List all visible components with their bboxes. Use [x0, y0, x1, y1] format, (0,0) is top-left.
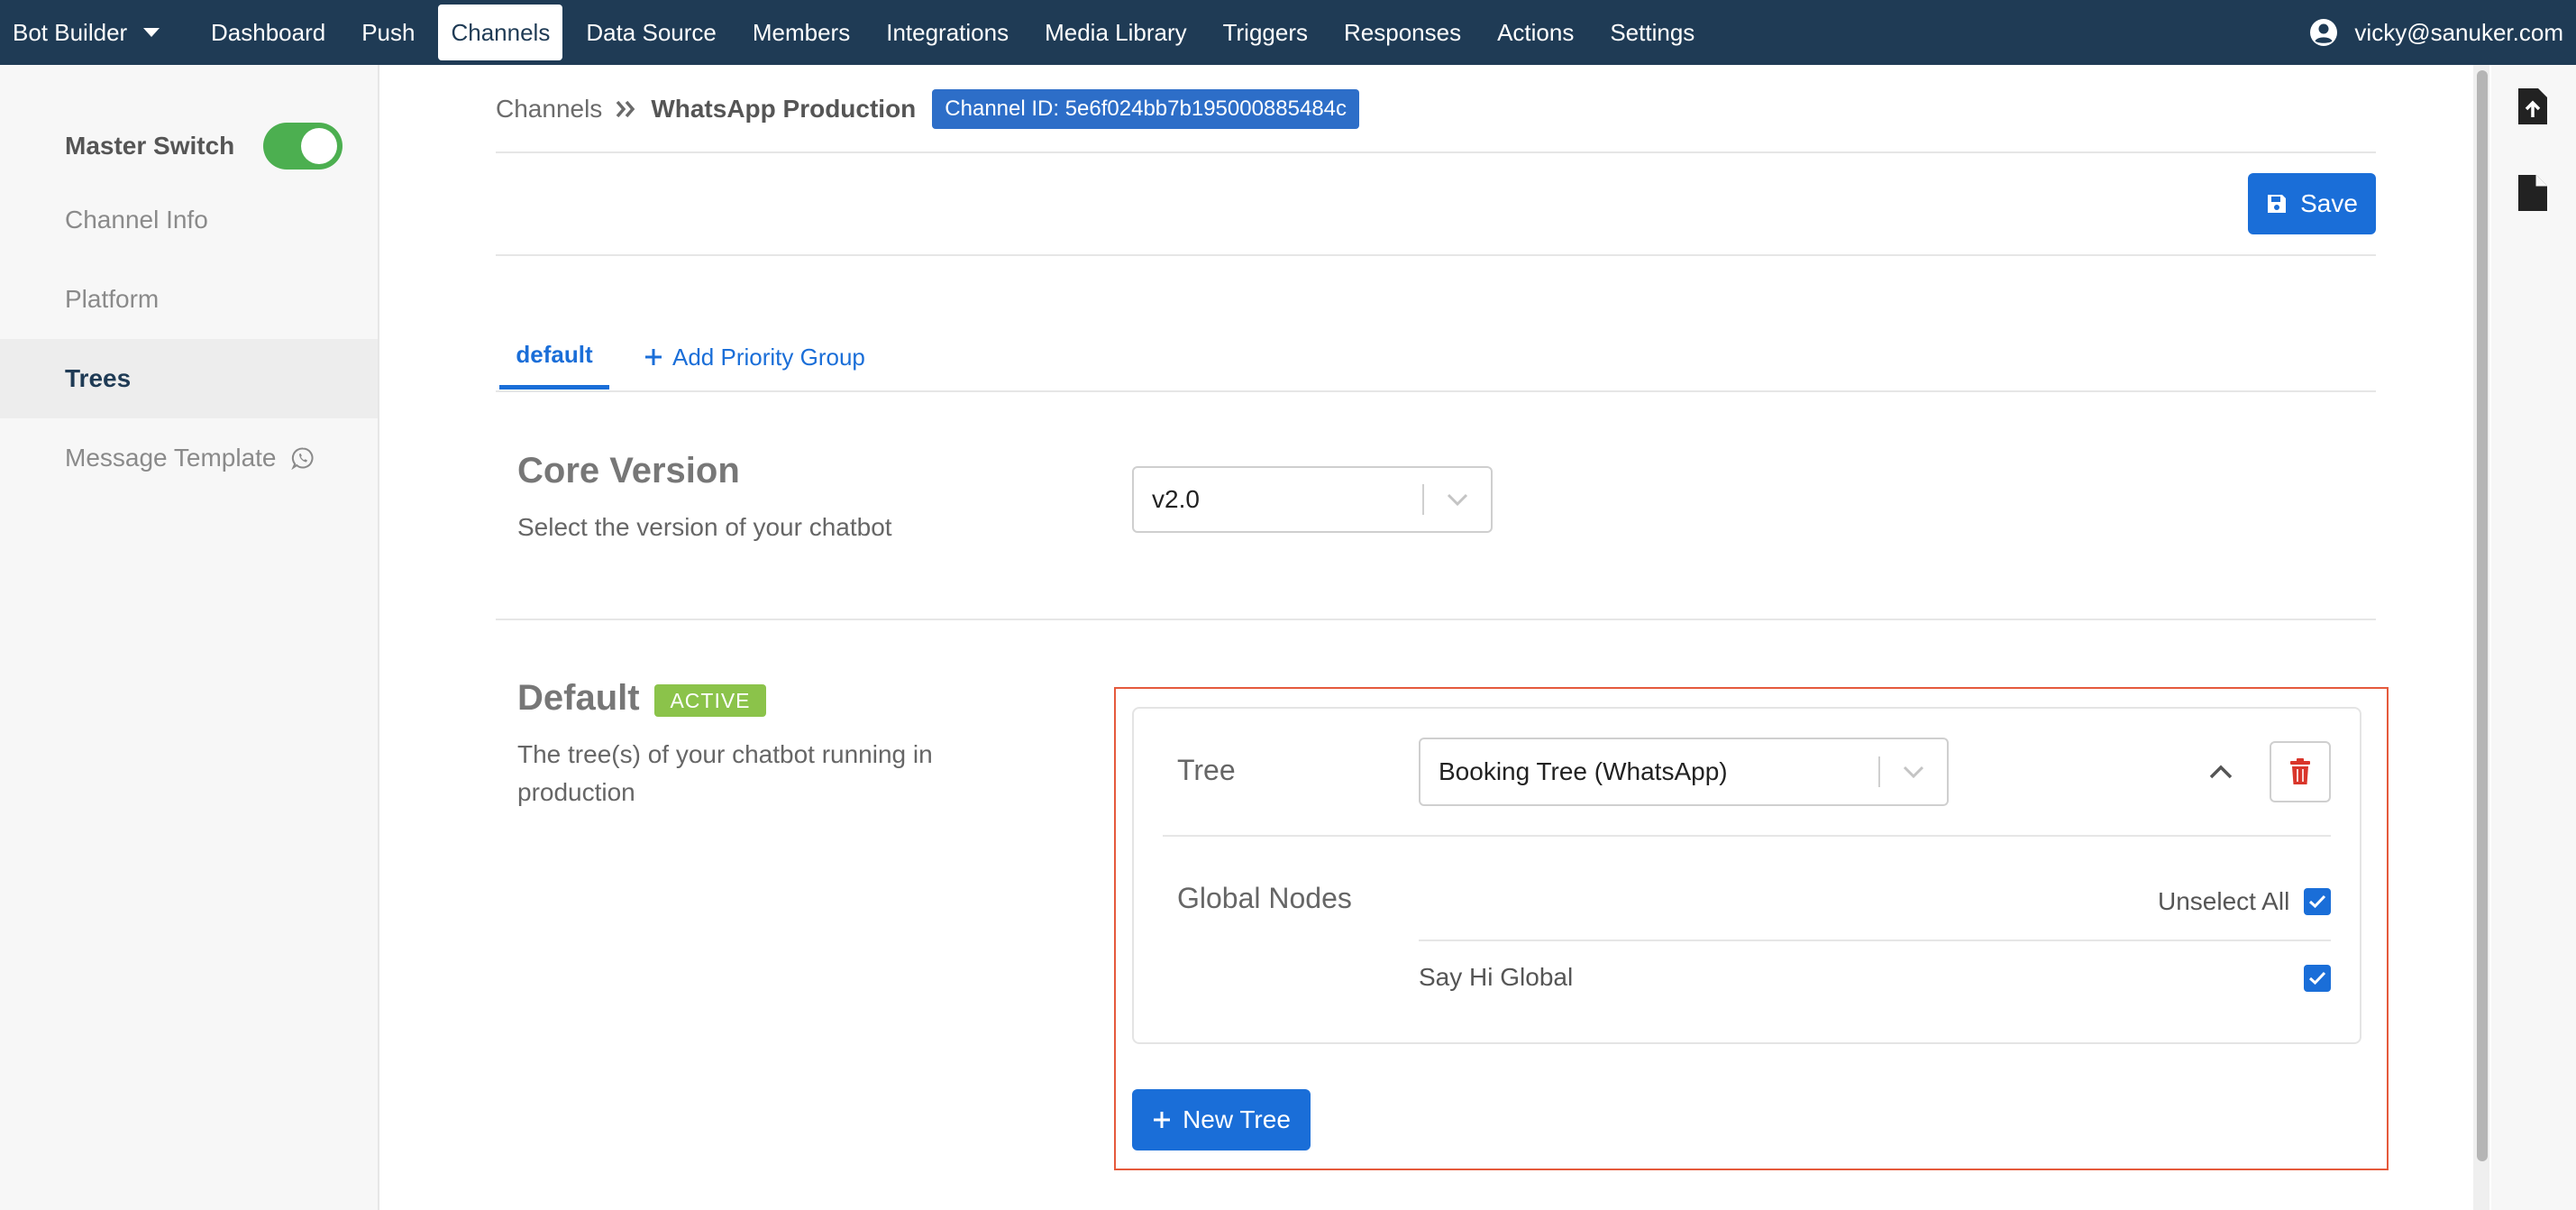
core-version-value: v2.0 [1152, 485, 1200, 513]
core-version-title: Core Version [517, 451, 740, 490]
file-upload-icon[interactable] [2517, 87, 2549, 126]
default-section-description-line1: The tree(s) of your chatbot running in [517, 740, 933, 768]
sidebar-item-channel-info[interactable]: Channel Info [0, 180, 378, 260]
master-switch-toggle[interactable] [263, 123, 343, 170]
caret-down-icon [143, 28, 160, 37]
global-nodes-label: Global Nodes [1177, 882, 1352, 914]
global-node-label: Say Hi Global [1419, 963, 1574, 991]
sidebar-item-label: Message Template [65, 444, 277, 472]
save-button[interactable]: Save [2248, 173, 2376, 234]
checkmark-icon [2308, 971, 2326, 985]
checkmark-icon [2308, 894, 2326, 909]
plus-icon [1154, 1112, 1171, 1128]
tree-label: Tree [1177, 754, 1236, 786]
master-switch-row: Master Switch [65, 123, 343, 170]
nav-item-channels[interactable]: Channels [438, 5, 563, 60]
delete-tree-button[interactable] [2270, 741, 2331, 802]
toggle-knob [301, 128, 338, 164]
scrollbar[interactable] [2473, 65, 2489, 1210]
nav-item-actions[interactable]: Actions [1484, 5, 1586, 60]
unselect-all-label: Unselect All [2158, 887, 2290, 915]
sidebar-item-message-template[interactable]: Message Template [0, 418, 378, 498]
sidebar-item-label: Channel Info [65, 206, 208, 234]
nav-item-triggers[interactable]: Triggers [1210, 5, 1320, 60]
sidebar-item-platform[interactable]: Platform [0, 260, 378, 339]
user-avatar-icon [2310, 19, 2338, 46]
chevron-down-icon [1880, 765, 1947, 778]
double-chevron-right-icon [616, 100, 635, 118]
unselect-all-checkbox[interactable] [2304, 888, 2331, 915]
user-menu[interactable]: vicky@sanuker.com [2309, 0, 2563, 65]
card-divider [1163, 835, 2331, 837]
right-rail [2491, 65, 2576, 1210]
master-switch-label: Master Switch [65, 132, 235, 160]
scrollbar-thumb[interactable] [2477, 70, 2488, 1161]
brand-label: Bot Builder [13, 18, 128, 46]
breadcrumb-channels-link[interactable]: Channels [496, 95, 602, 124]
trash-icon [2290, 758, 2310, 784]
sidebar-item-label: Trees [65, 364, 132, 392]
core-version-description: Select the version of your chatbot [517, 513, 892, 541]
new-tree-button[interactable]: New Tree [1132, 1089, 1311, 1150]
nav-item-dashboard[interactable]: Dashboard [198, 5, 338, 60]
tree-select-value: Booking Tree (WhatsApp) [1439, 757, 1728, 785]
plus-icon [645, 349, 662, 365]
divider [496, 619, 2376, 620]
brand-dropdown[interactable]: Bot Builder [13, 0, 160, 65]
sidebar-item-label: Platform [65, 285, 160, 313]
add-priority-group-button[interactable]: Add Priority Group [644, 325, 865, 390]
sidebar: Master Switch Channel Info Platform Tree… [0, 65, 379, 1210]
nav-item-responses[interactable]: Responses [1331, 5, 1474, 60]
divider [496, 151, 2376, 153]
channel-id-badge: Channel ID: 5e6f024bb7b195000885484c [932, 89, 1360, 129]
active-status-badge: ACTIVE [654, 684, 766, 717]
breadcrumb: Channels WhatsApp Production Channel ID:… [496, 89, 1360, 129]
divider [496, 254, 2376, 256]
new-tree-label: New Tree [1183, 1105, 1291, 1133]
core-version-select[interactable]: v2.0 [1132, 466, 1493, 533]
chevron-up-icon [2209, 765, 2233, 779]
sidebar-item-trees[interactable]: Trees [0, 339, 378, 418]
user-email: vicky@sanuker.com [2354, 18, 2563, 46]
default-section-description-line2: production [517, 778, 635, 806]
nav-item-push[interactable]: Push [349, 5, 427, 60]
add-priority-group-label: Add Priority Group [672, 343, 865, 371]
breadcrumb-current: WhatsApp Production [651, 95, 917, 123]
nav-item-members[interactable]: Members [740, 5, 863, 60]
whatsapp-icon [290, 447, 313, 470]
top-nav: Bot Builder Dashboard Push Channels Data… [0, 0, 2576, 65]
tabs-divider [496, 390, 2376, 392]
save-button-label: Save [2300, 189, 2358, 217]
nav-item-settings[interactable]: Settings [1597, 5, 1707, 60]
nav-item-data-source[interactable]: Data Source [573, 5, 729, 60]
default-section-title: Default [517, 678, 640, 718]
tab-default[interactable]: default [499, 325, 609, 390]
floppy-disk-icon [2268, 195, 2287, 213]
nav-item-media-library[interactable]: Media Library [1032, 5, 1200, 60]
file-icon[interactable] [2517, 173, 2549, 213]
collapse-tree-button[interactable] [2197, 750, 2244, 793]
card-divider [1419, 940, 2331, 941]
nav-menu: Dashboard Push Channels Data Source Memb… [198, 0, 1718, 65]
tree-select[interactable]: Booking Tree (WhatsApp) [1419, 738, 1949, 806]
nav-item-integrations[interactable]: Integrations [873, 5, 1021, 60]
chevron-down-icon [1424, 493, 1491, 506]
global-node-checkbox[interactable] [2304, 965, 2331, 992]
